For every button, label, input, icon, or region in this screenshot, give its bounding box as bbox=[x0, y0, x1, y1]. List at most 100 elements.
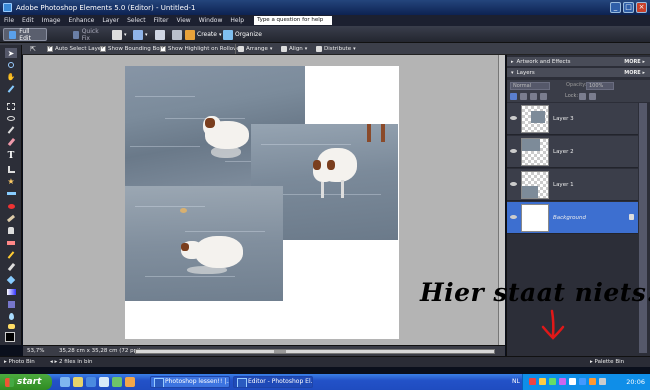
taskbar-item-forum[interactable]: Photoshop lessen!! |... bbox=[150, 376, 230, 388]
layers-header[interactable]: ▾ Layers MORE ▸ bbox=[507, 68, 650, 77]
menu-window[interactable]: Window bbox=[195, 17, 227, 24]
distribute-button[interactable]: Distribute ▾ bbox=[316, 45, 356, 53]
tray-icon[interactable] bbox=[539, 378, 546, 385]
language-indicator[interactable]: NL bbox=[512, 378, 520, 385]
layers-more-button[interactable]: MORE ▸ bbox=[624, 70, 645, 76]
magic-wand-tool[interactable] bbox=[5, 125, 17, 135]
tray-icon[interactable] bbox=[579, 378, 586, 385]
type-tool[interactable]: T bbox=[5, 151, 17, 161]
quicklaunch-icon[interactable] bbox=[86, 377, 96, 387]
red-eye-tool[interactable] bbox=[5, 201, 17, 211]
palette-bin-toggle[interactable]: ▸ Palette Bin bbox=[590, 359, 624, 365]
tab-quick-fix[interactable]: Quick Fix bbox=[68, 28, 106, 42]
blend-mode-select[interactable]: Normal bbox=[510, 82, 550, 90]
zoom-tool[interactable] bbox=[5, 60, 17, 70]
link-layers-icon[interactable] bbox=[540, 93, 547, 100]
cookie-cutter-tool[interactable]: ★ bbox=[5, 176, 17, 186]
blur-tool[interactable] bbox=[5, 311, 17, 321]
eraser-tool[interactable] bbox=[5, 238, 17, 248]
layer-row-layer-3[interactable]: Layer 3 bbox=[507, 103, 638, 135]
bounding-box-checkbox[interactable]: Show Bounding Box bbox=[100, 45, 163, 53]
new-button[interactable]: ▾ bbox=[112, 29, 127, 40]
layer-row-background[interactable]: Background bbox=[507, 202, 638, 234]
move-tool[interactable]: ➤ bbox=[5, 48, 17, 58]
layer-row-layer-2[interactable]: Layer 2 bbox=[507, 136, 638, 168]
menu-file[interactable]: File bbox=[0, 17, 18, 24]
start-button[interactable]: start bbox=[0, 374, 52, 390]
tab-full-edit[interactable]: Full Edit bbox=[3, 28, 47, 42]
organize-icon bbox=[223, 29, 233, 40]
tray-icon[interactable] bbox=[529, 378, 536, 385]
opacity-field[interactable]: 100% bbox=[586, 82, 614, 90]
quicklaunch-icon[interactable] bbox=[73, 377, 83, 387]
tray-icon[interactable] bbox=[589, 378, 596, 385]
hand-tool[interactable]: ✋ bbox=[5, 72, 17, 82]
lock-all-icon[interactable] bbox=[589, 93, 596, 100]
visibility-eye-icon[interactable] bbox=[510, 182, 517, 186]
save-button[interactable] bbox=[155, 29, 165, 40]
menu-view[interactable]: View bbox=[172, 17, 194, 24]
menu-image[interactable]: Image bbox=[38, 17, 65, 24]
volume-icon[interactable] bbox=[599, 378, 606, 385]
menu-select[interactable]: Select bbox=[123, 17, 150, 24]
sponge-tool[interactable] bbox=[5, 321, 17, 331]
menu-help[interactable]: Help bbox=[226, 17, 248, 24]
close-button[interactable]: × bbox=[636, 2, 647, 13]
print-button[interactable] bbox=[172, 29, 182, 40]
menu-enhance[interactable]: Enhance bbox=[64, 17, 98, 24]
organize-button[interactable]: Organize bbox=[223, 29, 262, 40]
delete-layer-icon[interactable] bbox=[530, 93, 537, 100]
tray-icon[interactable] bbox=[549, 378, 556, 385]
distribute-label: Distribute bbox=[324, 46, 352, 52]
marquee-tool[interactable] bbox=[5, 101, 17, 111]
quicklaunch-icon[interactable] bbox=[125, 377, 135, 387]
layer-row-layer-1[interactable]: Layer 1 bbox=[507, 169, 638, 201]
visibility-eye-icon[interactable] bbox=[510, 116, 517, 120]
quicklaunch-icon[interactable] bbox=[99, 377, 109, 387]
tray-icon[interactable] bbox=[559, 378, 566, 385]
lock-transparency-icon[interactable] bbox=[579, 93, 586, 100]
lasso-tool[interactable] bbox=[5, 113, 17, 123]
quicklaunch-icon[interactable] bbox=[112, 377, 122, 387]
tray-icon[interactable] bbox=[569, 378, 576, 385]
artwork-more-button[interactable]: MORE ▸ bbox=[624, 59, 645, 65]
auto-select-checkbox[interactable]: Auto Select Layer bbox=[47, 45, 104, 53]
selection-brush-tool[interactable] bbox=[5, 137, 17, 147]
quicklaunch-icon[interactable] bbox=[60, 377, 70, 387]
menu-layer[interactable]: Layer bbox=[98, 17, 123, 24]
layers-scrollbar[interactable] bbox=[639, 103, 647, 353]
shape-tool[interactable] bbox=[5, 299, 17, 309]
align-button[interactable]: Align ▾ bbox=[281, 45, 307, 53]
highlight-checkbox[interactable]: Show Highlight on Rollover bbox=[160, 45, 242, 53]
straighten-tool[interactable] bbox=[5, 188, 17, 198]
clone-stamp-tool[interactable] bbox=[5, 225, 17, 235]
menu-edit[interactable]: Edit bbox=[18, 17, 38, 24]
taskbar-item-photoshop[interactable]: Editor - Photoshop El... bbox=[233, 376, 313, 388]
adjustment-layer-icon[interactable] bbox=[520, 93, 527, 100]
pencil-tool[interactable] bbox=[5, 250, 17, 260]
visibility-eye-icon[interactable] bbox=[510, 149, 517, 153]
menu-filter[interactable]: Filter bbox=[150, 17, 173, 24]
paint-bucket-tool[interactable] bbox=[5, 275, 17, 285]
minimize-button[interactable]: _ bbox=[610, 2, 621, 13]
align-icon bbox=[281, 46, 287, 52]
help-search-input[interactable]: Type a question for help bbox=[254, 16, 333, 25]
gradient-tool[interactable] bbox=[5, 287, 17, 297]
photo-bin-toggle[interactable]: ▸ Photo Bin bbox=[4, 359, 35, 365]
create-button[interactable]: Create ▾ bbox=[185, 29, 221, 40]
zoom-level[interactable]: 53,7% bbox=[27, 348, 44, 354]
healing-brush-tool[interactable] bbox=[5, 213, 17, 223]
foreground-color-swatch[interactable] bbox=[5, 332, 15, 342]
maximize-button[interactable]: □ bbox=[623, 2, 634, 13]
eyedropper-tool[interactable] bbox=[5, 84, 17, 94]
visibility-eye-icon[interactable] bbox=[510, 215, 517, 219]
scroll-thumb[interactable] bbox=[274, 350, 286, 353]
open-button[interactable]: ▾ bbox=[133, 29, 148, 40]
artwork-effects-header[interactable]: ▸ Artwork and Effects MORE ▸ bbox=[507, 57, 650, 66]
crop-tool[interactable] bbox=[5, 164, 17, 174]
new-layer-icon[interactable] bbox=[510, 93, 517, 100]
brush-tool[interactable] bbox=[5, 262, 17, 272]
document-canvas[interactable] bbox=[125, 66, 399, 339]
arrange-button[interactable]: Arrange ▾ bbox=[238, 45, 272, 53]
horizontal-scrollbar[interactable] bbox=[135, 349, 495, 354]
